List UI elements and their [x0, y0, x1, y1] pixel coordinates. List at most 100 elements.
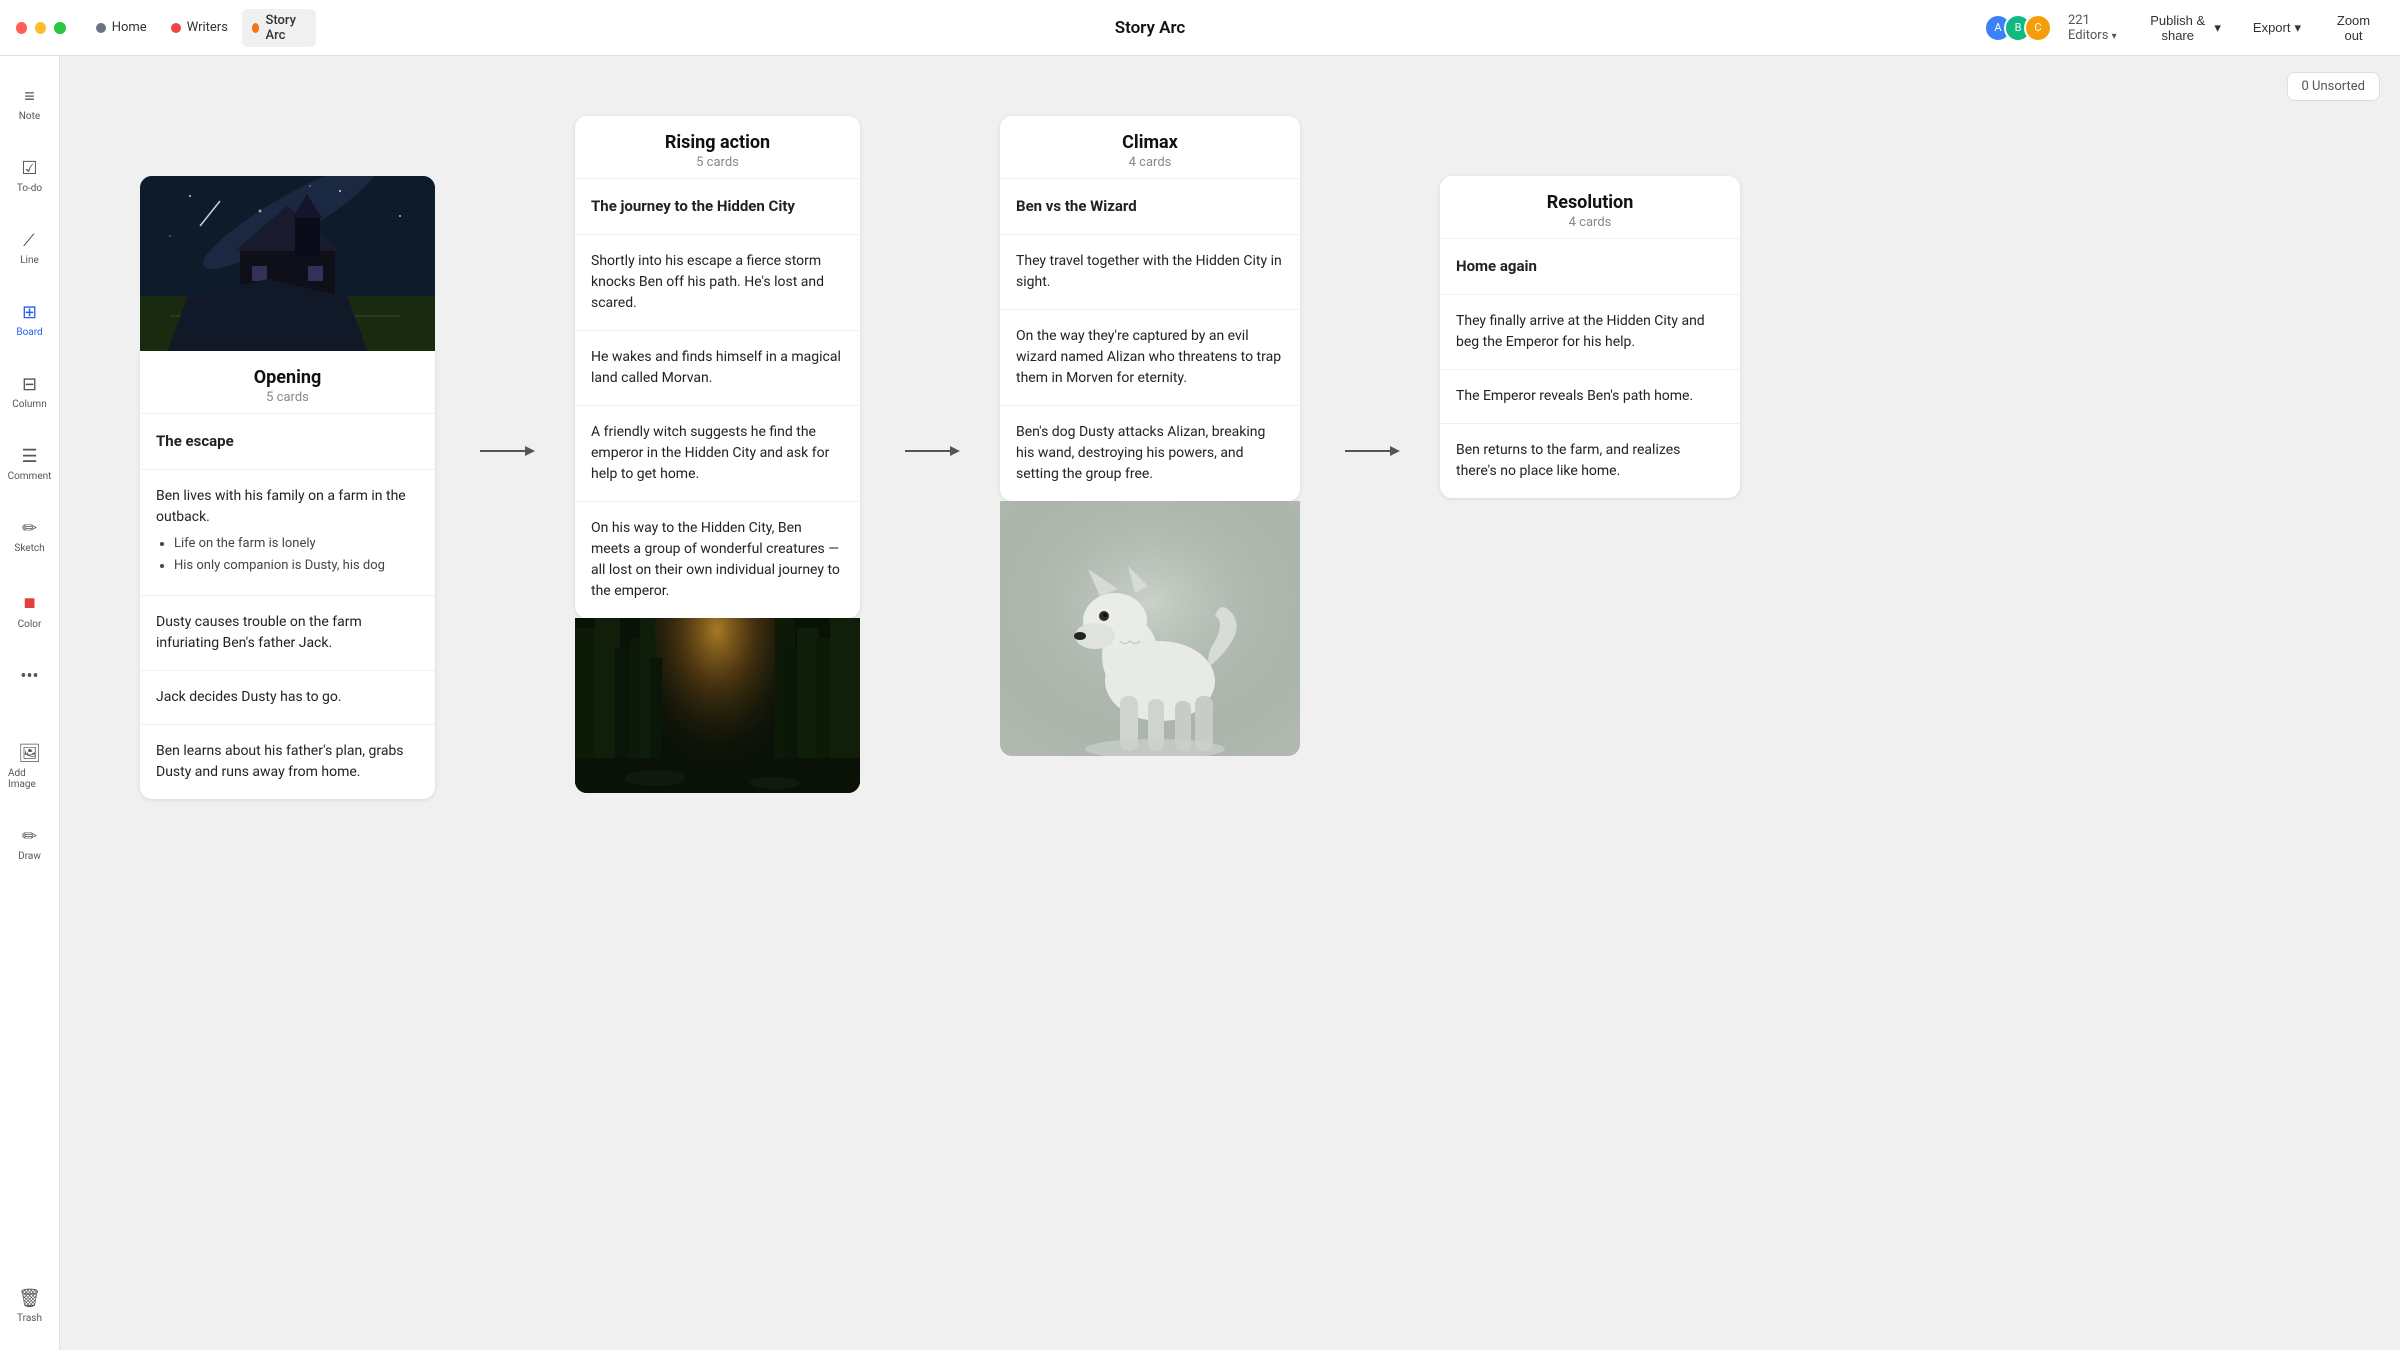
sidebar-item-board[interactable]: ⊞ Board [8, 296, 50, 344]
card-opening-5[interactable]: Ben learns about his father's plan, grab… [140, 724, 435, 799]
sidebar-column-label: Column [12, 399, 46, 410]
topbar: Home Writers Story Arc Story Arc A B C 2… [0, 0, 2400, 56]
zoom-out-button[interactable]: Zoom out [2323, 8, 2384, 48]
sidebar-item-trash[interactable]: 🗑 Trash [9, 1282, 50, 1330]
sidebar-comment-label: Comment [8, 471, 52, 482]
export-button[interactable]: Export ▾ [2243, 15, 2311, 41]
sidebar-item-draw[interactable]: ✏ Draw [10, 820, 49, 868]
rising-action-title: Rising action [591, 132, 844, 153]
card-resolution-2[interactable]: They finally arrive at the Hidden City a… [1440, 294, 1740, 369]
more-icon: ••• [20, 666, 38, 687]
tab-writers[interactable]: Writers [161, 16, 238, 39]
wolf-svg [1000, 501, 1300, 756]
card-rising-1[interactable]: The journey to the Hidden City [575, 178, 860, 234]
card-climax-2[interactable]: They travel together with the Hidden Cit… [1000, 234, 1300, 309]
sidebar-draw-label: Draw [18, 851, 41, 862]
list-item-1: Life on the farm is lonely [174, 534, 419, 554]
topbar-center: Story Arc [316, 18, 1984, 38]
card-rising-3[interactable]: He wakes and finds himself in a magical … [575, 330, 860, 405]
card-opening-4[interactable]: Jack decides Dusty has to go. [140, 670, 435, 724]
line-icon: ∕ [28, 230, 31, 251]
sidebar-item-note[interactable]: ≡ Note [11, 80, 48, 128]
opening-column-group: Opening 5 cards The escape Ben lives wit… [140, 176, 435, 799]
opening-subtitle: 5 cards [156, 390, 419, 405]
card-resolution-4[interactable]: Ben returns to the farm, and realizes th… [1440, 423, 1740, 498]
sidebar-item-column[interactable]: ⊟ Column [4, 368, 54, 416]
card-rising-4[interactable]: A friendly witch suggests he find the em… [575, 405, 860, 501]
card-opening-2[interactable]: Ben lives with his family on a farm in t… [140, 469, 435, 595]
sidebar-bottom: 🗑 Trash [9, 1282, 50, 1330]
resolution-header: Resolution 4 cards [1440, 176, 1740, 238]
todo-icon: ☑ [21, 158, 37, 179]
sidebar-item-more[interactable]: ••• [12, 660, 46, 693]
resolution-column-group: Resolution 4 cards Home again They final… [1440, 176, 1740, 498]
traffic-light-yellow[interactable] [35, 22, 46, 34]
comment-icon: ☰ [21, 446, 37, 467]
avatar-3: C [2024, 14, 2052, 42]
resolution-title: Resolution [1456, 192, 1724, 213]
sketch-icon: ✏ [22, 518, 37, 539]
climax-subtitle: 4 cards [1016, 155, 1284, 170]
tab-home[interactable]: Home [86, 16, 157, 39]
arrow-2-container [900, 436, 960, 466]
board-icon: ⊞ [22, 302, 37, 323]
traffic-light-red[interactable] [16, 22, 27, 34]
climax-header: Climax 4 cards [1000, 116, 1300, 178]
editors-button[interactable]: 221 Editors ▾ [2068, 13, 2123, 43]
card-climax-3[interactable]: On the way they're captured by an evil w… [1000, 309, 1300, 405]
card-climax-4[interactable]: Ben's dog Dusty attacks Alizan, breaking… [1000, 405, 1300, 501]
card-resolution-3[interactable]: The Emperor reveals Ben's path home. [1440, 369, 1740, 423]
editors-count: 221 Editors [2068, 13, 2108, 43]
arrow-3-container [1340, 436, 1400, 466]
export-label: Export [2253, 20, 2291, 35]
draw-icon: ✏ [22, 826, 37, 847]
forest-svg [575, 618, 860, 793]
trash-icon: 🗑 [18, 1288, 41, 1309]
card-resolution-1[interactable]: Home again [1440, 238, 1740, 294]
rising-action-card: Rising action 5 cards The journey to the… [575, 116, 860, 618]
arrow-3 [1340, 436, 1400, 466]
opening-card: Opening 5 cards The escape Ben lives wit… [140, 351, 435, 799]
export-chevron-icon: ▾ [2294, 20, 2301, 36]
sidebar-line-label: Line [20, 255, 39, 266]
sidebar-board-label: Board [16, 327, 42, 338]
card-opening-3[interactable]: Dusty causes trouble on the farm infuria… [140, 595, 435, 670]
sidebar-trash-label: Trash [17, 1313, 42, 1324]
color-icon: ■ [23, 590, 35, 615]
sidebar-item-sketch[interactable]: ✏ Sketch [6, 512, 52, 560]
sidebar-item-line[interactable]: ∕ Line [12, 224, 47, 272]
sidebar-item-comment[interactable]: ☰ Comment [0, 440, 59, 488]
add-image-icon: 🖼 [18, 743, 41, 764]
card-rising-5[interactable]: On his way to the Hidden City, Ben meets… [575, 501, 860, 618]
card-climax-1[interactable]: Ben vs the Wizard [1000, 178, 1300, 234]
tab-story-arc[interactable]: Story Arc [242, 9, 316, 47]
arrow-1 [475, 436, 535, 466]
topbar-left: Home Writers Story Arc [16, 9, 316, 47]
tab-group: Home Writers Story Arc [86, 9, 316, 47]
climax-title: Climax [1016, 132, 1284, 153]
tab-story-label: Story Arc [265, 13, 306, 43]
sidebar-note-label: Note [19, 111, 40, 122]
canvas: Opening 5 cards The escape Ben lives wit… [120, 96, 2340, 819]
forest-image-container [575, 618, 860, 793]
list-item-2: His only companion is Dusty, his dog [174, 556, 419, 576]
traffic-light-green[interactable] [54, 22, 65, 34]
sidebar-item-color[interactable]: ■ Color [10, 584, 50, 636]
card-opening-1[interactable]: The escape [140, 413, 435, 469]
climax-column-group: Climax 4 cards Ben vs the Wizard They tr… [1000, 116, 1300, 756]
sidebar-item-todo[interactable]: ☑ To-do [9, 152, 50, 200]
publish-share-button[interactable]: Publish & share ▾ [2135, 8, 2231, 48]
opening-header: Opening 5 cards [140, 351, 435, 413]
sidebar-item-add-image[interactable]: 🖼 Add Image [0, 737, 59, 796]
sidebar: ≡ Note ☑ To-do ∕ Line ⊞ Board ⊟ Column ☰… [0, 0, 60, 1350]
card-rising-2[interactable]: Shortly into his escape a fierce storm k… [575, 234, 860, 330]
zoom-label: Zoom out [2333, 13, 2374, 43]
rising-action-column-group: Rising action 5 cards The journey to the… [575, 116, 860, 793]
sidebar-color-label: Color [18, 619, 42, 630]
house-image [140, 176, 435, 351]
climax-card: Climax 4 cards Ben vs the Wizard They tr… [1000, 116, 1300, 501]
writers-dot [171, 23, 181, 33]
publish-chevron-icon: ▾ [2214, 20, 2221, 36]
rising-action-subtitle: 5 cards [591, 155, 844, 170]
sidebar-add-image-label: Add Image [8, 768, 51, 790]
